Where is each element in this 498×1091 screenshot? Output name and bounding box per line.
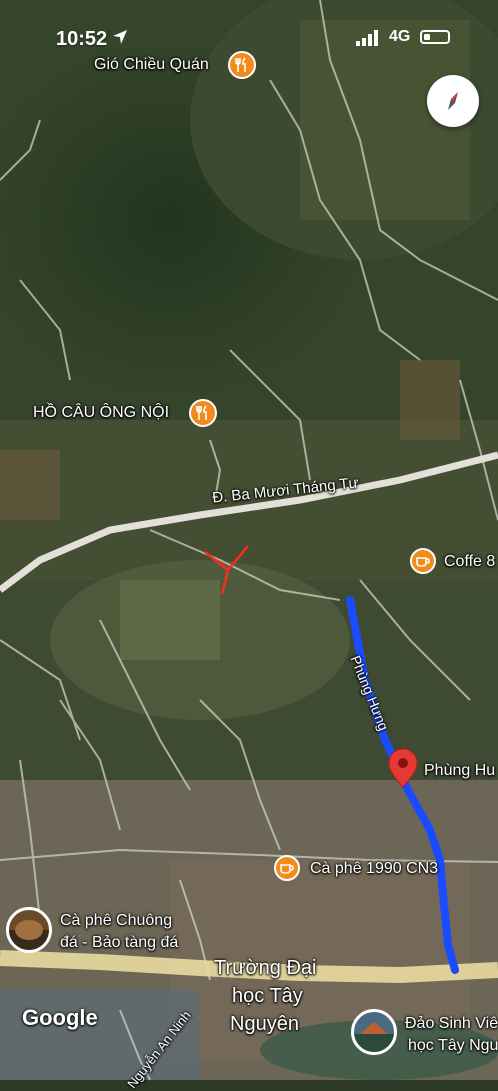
- compass-button[interactable]: [427, 75, 479, 127]
- destination-marker-icon[interactable]: [388, 748, 418, 788]
- place-label-ca-phe-chuong-1[interactable]: Cà phê Chuông: [60, 912, 172, 930]
- place-label-truong-1[interactable]: Trường Đại: [214, 957, 316, 980]
- place-photo-thumbnail[interactable]: [6, 907, 52, 953]
- place-label-truong-3[interactable]: Nguyên: [230, 1013, 299, 1036]
- signal-icon: [356, 30, 378, 46]
- place-label-ca-phe-chuong-2[interactable]: đá - Bảo tàng đá: [60, 934, 178, 952]
- place-label-truong-2[interactable]: học Tây: [232, 985, 303, 1008]
- place-photo-thumbnail[interactable]: [351, 1009, 397, 1055]
- status-bar: 10:52 4G: [0, 22, 498, 56]
- place-label-dao-sinh-vien-1[interactable]: Đảo Sinh Viê: [405, 1015, 498, 1033]
- cafe-pin-icon[interactable]: [410, 548, 436, 574]
- restaurant-pin-icon[interactable]: [228, 51, 256, 79]
- place-label-phung-hung[interactable]: Phùng Hu: [424, 762, 495, 780]
- clock-time: 10:52: [56, 28, 108, 50]
- network-type: 4G: [389, 28, 411, 45]
- cafe-pin-icon[interactable]: [274, 855, 300, 881]
- google-attribution: Google: [22, 1005, 98, 1030]
- location-arrow-icon: [113, 30, 127, 44]
- place-label-coffee[interactable]: Coffe 8: [444, 553, 495, 571]
- restaurant-pin-icon[interactable]: [189, 399, 217, 427]
- place-label-dao-sinh-vien-2[interactable]: học Tây Ngu: [408, 1037, 498, 1055]
- place-label-ca-phe-1990[interactable]: Cà phê 1990 CN3: [310, 860, 438, 878]
- compass-icon: [448, 92, 458, 110]
- place-label-ho-cau[interactable]: HỒ CÂU ÔNG NỘI: [33, 404, 169, 422]
- battery-icon: [420, 30, 450, 44]
- place-label-gio-chieu-quan[interactable]: Gió Chiều Quán: [94, 56, 209, 74]
